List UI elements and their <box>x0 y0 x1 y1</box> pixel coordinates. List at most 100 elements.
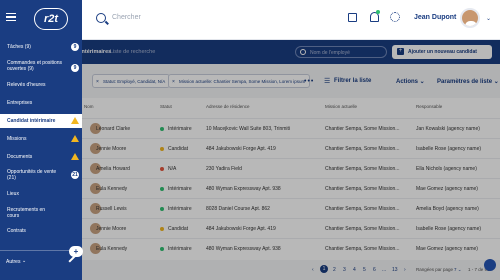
search-placeholder: Nom de l'employé <box>310 50 350 56</box>
cell-manager: Ella Nichols (agency name) <box>416 166 477 172</box>
sidebar-item-label: Recrutements en cours <box>7 207 46 219</box>
rows-per-page-label: Rangées par page <box>416 267 454 272</box>
sidebar-item-releves[interactable]: Relevés d'heures <box>0 82 82 88</box>
cell-mission: Chantier Sempa, Some Mission... <box>325 186 400 192</box>
sidebar-item-label: Opportunités de vente (21) <box>7 169 57 181</box>
page-button[interactable]: 3 <box>343 267 346 273</box>
cell-mission: Chantier Sempa, Some Mission... <box>325 226 400 232</box>
column-header-manager[interactable]: Responsable <box>416 104 442 109</box>
cell-name: Léonard Clarke <box>96 126 131 132</box>
hamburger-menu-icon[interactable] <box>6 13 16 22</box>
sidebar-item-missions[interactable]: Missions <box>0 135 82 142</box>
sidebar-item-label: Lieux <box>7 191 19 197</box>
search-icon <box>300 49 306 55</box>
sidebar-badge: 9 <box>71 43 79 51</box>
filter-chip-mission[interactable]: × Mission actuelle: Chantier Sempa, Some… <box>168 74 311 88</box>
next-page-button[interactable]: › <box>404 267 406 273</box>
cell-status: Intérimaire <box>168 246 192 252</box>
add-candidate-button[interactable]: + Ajouter un nouveau candidat <box>392 45 492 59</box>
sidebar-item-commandes[interactable]: Commandes et positions ouvertes (9) <box>0 60 70 72</box>
sidebar-item-label: Candidat intérimaire <box>7 118 56 124</box>
sidebar-item-lieux[interactable]: Lieux <box>0 191 82 197</box>
page-button[interactable]: 1 <box>320 265 328 273</box>
status-dot <box>160 147 164 151</box>
employee-search-input[interactable]: Nom de l'employé <box>295 46 387 58</box>
status-dot <box>160 187 164 191</box>
table-row[interactable]: Jennie Moore Candidat 484 Jakubowski For… <box>82 138 500 158</box>
cell-address: 484 Jakubowski Forge Apt. 419 <box>206 146 276 152</box>
sidebar-item-label: Commandes et positions ouvertes (9) <box>7 60 63 72</box>
status-dot <box>160 167 164 171</box>
tab-liste-recherche[interactable]: Liste de recherche <box>110 49 155 55</box>
search-icon[interactable] <box>96 13 106 23</box>
list-settings-dropdown[interactable]: Paramètres de liste ⌄ <box>437 78 499 85</box>
sidebar-item-taches[interactable]: Tâches (9) 9 <box>0 43 82 51</box>
cell-name: Jennie Moore <box>96 226 127 232</box>
filter-bar: × Statut: Employé, Candidat, N/A × Missi… <box>82 64 500 98</box>
page-button[interactable]: 6 <box>373 267 376 273</box>
sidebar-footer-label[interactable]: Autres <box>6 259 20 265</box>
warning-icon <box>71 117 79 124</box>
cell-name: Amelia Howard <box>96 166 130 172</box>
filter-list-button[interactable]: Filtrer la liste <box>334 78 371 84</box>
sidebar-badge: 21 <box>71 171 79 179</box>
cell-manager: Jan Kowalski (agency name) <box>416 126 480 132</box>
table-row[interactable]: Amelia Howard N/A 230 Yadira Field Chant… <box>82 158 500 178</box>
top-bar: Chercher Jean Dupont ⌄ <box>82 0 500 40</box>
tab-interimaires[interactable]: Intérimaires <box>80 49 111 55</box>
plus-icon: + <box>397 48 404 55</box>
global-search-input[interactable]: Chercher <box>112 14 141 21</box>
sidebar: r2t Tâches (9) 9 Commandes et positions … <box>0 0 83 280</box>
prev-page-button[interactable]: ‹ <box>312 267 314 273</box>
table-row[interactable]: Eula Kennedy Intérimaire 480 Wyman Expre… <box>82 238 500 258</box>
sidebar-item-entreprises[interactable]: Entreprises <box>0 100 82 106</box>
close-icon[interactable]: × <box>96 79 99 85</box>
cell-manager: Amelia Boyd (agency name) <box>416 206 479 212</box>
rows-per-page-value: 7 <box>454 267 457 272</box>
column-header-mission[interactable]: Mission actuelle <box>325 104 357 109</box>
avatar[interactable] <box>460 8 480 28</box>
cell-address: 8028 Daniel Course Apt. 862 <box>206 206 270 212</box>
table-row[interactable]: Jennie Moore Candidat 484 Jakubowski For… <box>82 218 500 238</box>
actions-dropdown[interactable]: Actions ⌄ <box>396 78 425 85</box>
rows-per-page-select[interactable]: 7 ⌄ <box>454 267 462 273</box>
more-filters-button[interactable]: ••• <box>304 78 314 85</box>
cell-name: Russell Lewis <box>96 206 127 212</box>
user-name[interactable]: Jean Dupont <box>414 14 456 21</box>
cell-mission: Chantier Sempa, Some Mission... <box>325 126 400 132</box>
column-header-status[interactable]: Statut <box>160 104 172 109</box>
table-row[interactable]: Léonard Clarke Intérimaire 10 Macejkovic… <box>82 118 500 138</box>
help-button[interactable] <box>484 259 496 271</box>
sidebar-item-documents[interactable]: Documents <box>0 153 82 160</box>
close-icon[interactable]: × <box>172 79 175 85</box>
gear-icon[interactable] <box>390 12 400 22</box>
page-button[interactable]: 4 <box>353 267 356 273</box>
actions-label: Actions <box>396 79 419 85</box>
app-logo[interactable]: r2t <box>34 8 68 30</box>
cell-manager: Mae Gomez (agency name) <box>416 186 478 192</box>
page-button[interactable]: 13 <box>392 267 398 273</box>
sidebar-item-label: Tâches (9) <box>7 44 31 50</box>
page-button[interactable]: 2 <box>333 267 336 273</box>
page-ellipsis: ... <box>382 267 387 273</box>
sidebar-item-label: Entreprises <box>7 100 33 106</box>
table-row[interactable]: Russell Lewis Intérimaire 8028 Daniel Co… <box>82 198 500 218</box>
column-header-address[interactable]: Adresse de résidence <box>206 104 250 109</box>
chevron-down-icon[interactable]: ⌄ <box>486 15 491 22</box>
warning-icon <box>71 135 79 142</box>
sidebar-item-recrutements[interactable]: Recrutements en cours <box>0 207 50 219</box>
cell-status: Intérimaire <box>168 206 192 212</box>
calendar-icon[interactable] <box>348 13 357 22</box>
cell-status: Candidat <box>168 146 189 152</box>
sidebar-item-opportunites[interactable]: Opportunités de vente (21) <box>0 169 60 181</box>
sidebar-item-candidat-interimaire[interactable]: Candidat intérimaire <box>0 114 82 128</box>
page-button[interactable]: 5 <box>363 267 366 273</box>
cell-name: Jennie Moore <box>96 146 127 152</box>
sidebar-item-contrats[interactable]: Contrats <box>0 228 82 234</box>
chevron-down-icon[interactable]: ⌄ <box>22 258 26 264</box>
table-row[interactable]: Eula Kennedy Intérimaire 480 Wyman Expre… <box>82 178 500 198</box>
sidebar-footer: Autres ⌄ + <box>0 246 83 280</box>
sidebar-add-button[interactable]: + <box>69 246 83 257</box>
column-header-name[interactable]: Nom <box>84 104 94 109</box>
filter-chip-statut[interactable]: × Statut: Employé, Candidat, N/A <box>92 74 171 88</box>
